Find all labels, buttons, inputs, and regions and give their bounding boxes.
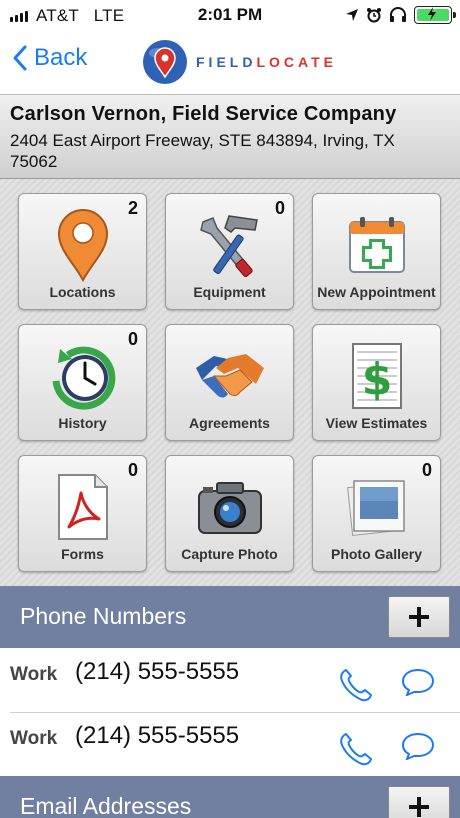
tools-icon [199, 215, 258, 278]
tile-forms[interactable]: 0 Forms [18, 455, 147, 572]
charging-bolt-icon [428, 7, 436, 21]
phone-row: Work (214) 555-5555 [0, 712, 460, 776]
phone-call-icon[interactable] [338, 732, 374, 766]
message-icon[interactable] [401, 668, 435, 696]
photo-stack-icon [346, 480, 405, 536]
phone-type: Work [10, 728, 58, 749]
plus-icon [409, 607, 429, 627]
tile-label: Equipment [193, 284, 266, 300]
action-grid: 2 Locations 0 Equipment New Appointment … [0, 179, 460, 586]
company-name: Carlson Vernon, Field Service Company [10, 103, 397, 125]
company-address: 2404 East Airport Freeway, STE 843894, I… [10, 131, 395, 171]
tile-photo-gallery[interactable]: 0 Photo Gallery [312, 455, 441, 572]
tile-new-appointment[interactable]: New Appointment [312, 193, 441, 310]
dollar-document-icon: $ [351, 343, 402, 409]
tile-agreements[interactable]: Agreements [165, 324, 294, 441]
logo-pin-icon [143, 40, 187, 84]
tile-history[interactable]: 0 History [18, 324, 147, 441]
status-icons [345, 6, 456, 24]
phone-call-icon[interactable] [338, 668, 374, 702]
clock-history-icon [52, 346, 115, 410]
phone-type: Work [10, 664, 58, 685]
tile-label: View Estimates [325, 415, 428, 431]
pdf-document-icon [57, 474, 108, 540]
add-phone-button[interactable] [388, 596, 450, 638]
logo-text-locate: LOCATE [256, 54, 337, 70]
phone-numbers-header: Phone Numbers [0, 586, 460, 648]
tile-label: History [58, 415, 107, 431]
back-button[interactable]: Back [12, 44, 87, 72]
handshake-icon [195, 354, 264, 398]
logo-text-field: FIELD [196, 54, 257, 70]
fieldlocate-logo: FIELDLOCATE [142, 39, 337, 85]
tile-label: Forms [61, 546, 104, 562]
camera-icon [197, 482, 262, 534]
tile-equipment[interactable]: 0 Equipment [165, 193, 294, 310]
alarm-clock-icon [367, 8, 381, 23]
tile-label: Locations [49, 284, 116, 300]
plus-icon [409, 797, 429, 817]
message-icon[interactable] [401, 732, 435, 760]
phone-number[interactable]: (214) 555-5555 [75, 722, 239, 750]
tile-label: Photo Gallery [330, 546, 423, 562]
logo-text: FIELDLOCATE [196, 54, 337, 70]
tile-label: Capture Photo [181, 546, 278, 562]
nav-bar: Back FIELDLOCATE [0, 32, 460, 94]
calendar-add-icon [348, 217, 405, 273]
tile-capture-photo[interactable]: Capture Photo [165, 455, 294, 572]
phone-row: Work (214) 555-5555 [0, 648, 460, 712]
tile-locations[interactable]: 2 Locations [18, 193, 147, 310]
section-title: Phone Numbers [20, 603, 187, 629]
email-addresses-header: Email Addresses [0, 776, 460, 818]
status-bar: AT&T LTE 2:01 PM [0, 0, 460, 32]
headphones-icon [390, 7, 406, 22]
map-pin-icon [57, 209, 108, 282]
tile-view-estimates[interactable]: $ View Estimates [312, 324, 441, 441]
chevron-left-icon [13, 45, 27, 71]
company-header: Carlson Vernon, Field Service Company 24… [0, 94, 460, 179]
battery-icon [414, 6, 456, 24]
tile-label: New Appointment [317, 284, 436, 300]
section-title: Email Addresses [20, 793, 192, 818]
add-email-button[interactable] [388, 786, 450, 818]
location-arrow-icon [346, 9, 358, 21]
phone-number[interactable]: (214) 555-5555 [75, 658, 239, 686]
svg-text:$: $ [361, 354, 392, 405]
tile-label: Agreements [189, 415, 270, 431]
back-label: Back [34, 44, 88, 71]
